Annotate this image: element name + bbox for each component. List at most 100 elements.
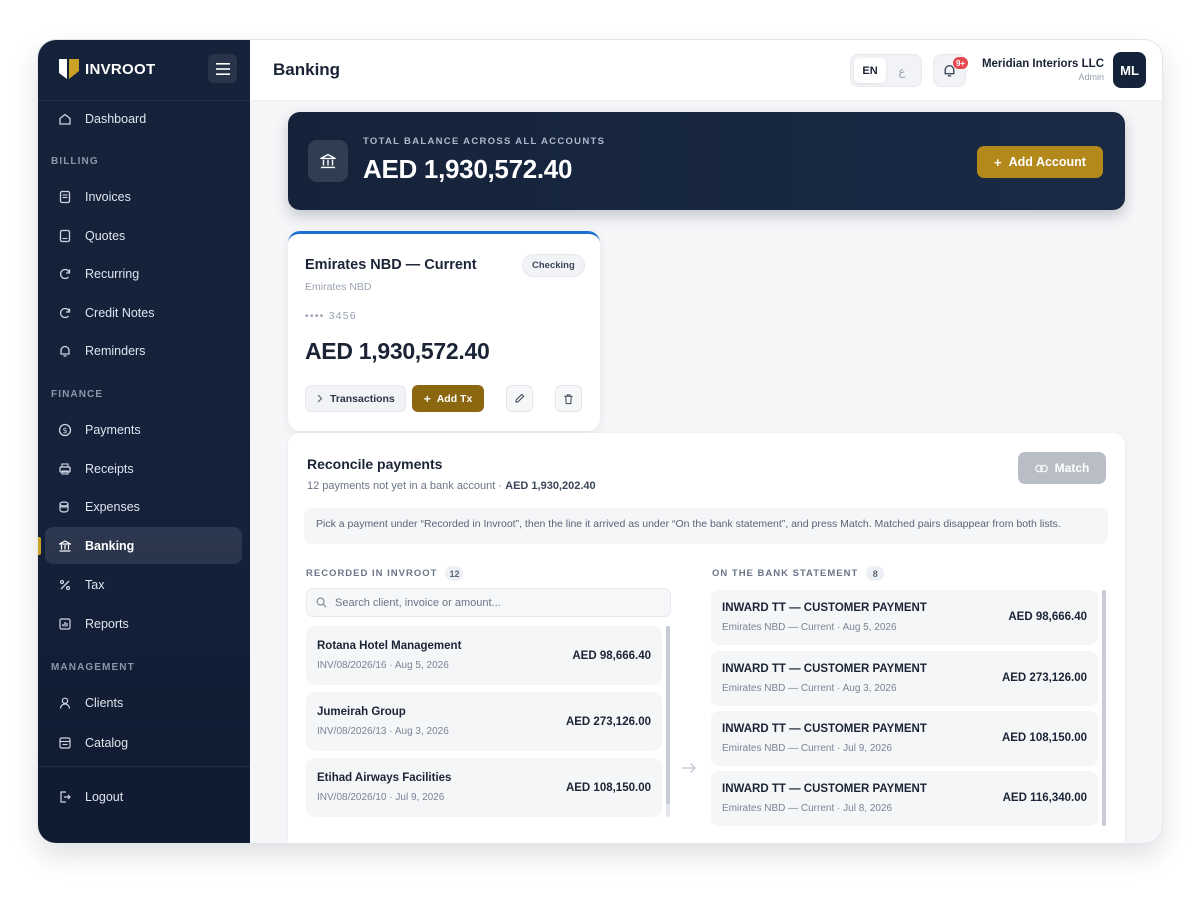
recorded-client: Jumeirah Group [317, 706, 406, 718]
edit-account-button[interactable] [506, 385, 533, 412]
sidebar-item-expenses[interactable]: Expenses [45, 488, 242, 525]
reconcile-panel: Reconcile payments 12 payments not yet i… [288, 433, 1125, 843]
sidebar-item-quotes[interactable]: Quotes [45, 217, 242, 254]
user-icon [57, 695, 73, 711]
sidebar-item-tax[interactable]: Tax [45, 566, 242, 603]
refresh-icon [57, 305, 73, 321]
reconcile-title: Reconcile payments [307, 456, 443, 472]
recorded-payment-row[interactable]: Jumeirah Group INV/08/2026/13 · Aug 3, 2… [306, 692, 662, 751]
lang-ar-button[interactable]: ع [886, 58, 918, 83]
statement-line-row[interactable]: INWARD TT — CUSTOMER PAYMENT Emirates NB… [711, 711, 1098, 766]
delete-account-button[interactable] [555, 385, 582, 412]
plus-icon: + [994, 154, 1002, 170]
search-icon [316, 597, 327, 608]
sidebar-item-label: Dashboard [85, 111, 147, 126]
notifications-button[interactable]: 9+ [933, 54, 968, 87]
sidebar-item-label: Banking [85, 538, 135, 553]
total-balance-label: TOTAL BALANCE ACROSS ALL ACCOUNTS [363, 136, 606, 147]
statement-title: INWARD TT — CUSTOMER PAYMENT [722, 602, 927, 614]
account-card: Emirates NBD — Current Emirates NBD Chec… [288, 231, 600, 431]
trash-icon [564, 393, 573, 404]
statement-scrollbar-thumb[interactable] [1102, 590, 1106, 826]
statement-meta: Emirates NBD — Current · Aug 5, 2026 [722, 622, 897, 633]
statement-line-row[interactable]: INWARD TT — CUSTOMER PAYMENT Emirates NB… [711, 590, 1098, 645]
statement-column-header: ON THE BANK STATEMENT 8 [712, 566, 885, 581]
home-icon [57, 111, 73, 127]
sidebar-item-recurring[interactable]: Recurring [45, 255, 242, 292]
page-title: Banking [273, 60, 341, 79]
sidebar-item-label: Recurring [85, 266, 140, 281]
recorded-amount: AED 98,666.40 [572, 650, 651, 662]
account-balance: AED 1,930,572.40 [305, 338, 490, 364]
sidebar-item-reports[interactable]: Reports [45, 605, 242, 642]
sidebar-item-catalog[interactable]: Catalog [45, 724, 242, 761]
sidebar-item-payments[interactable]: $ Payments [45, 411, 242, 448]
sidebar-item-label: Reminders [85, 343, 146, 358]
company-name: Meridian Interiors LLC [981, 58, 1104, 70]
transactions-button[interactable]: Transactions [305, 385, 406, 412]
logout-icon [57, 789, 73, 805]
statement-amount: AED 98,666.40 [1008, 611, 1087, 623]
account-type-badge: Checking [522, 254, 585, 277]
sidebar-item-credit-notes[interactable]: Credit Notes [45, 294, 242, 331]
recorded-client: Rotana Hotel Management [317, 640, 462, 652]
arrow-right-icon [682, 763, 696, 773]
invroot-logo-icon [59, 59, 79, 79]
sidebar-item-invoices[interactable]: Invoices [45, 178, 242, 215]
coins-icon [57, 499, 73, 515]
sidebar-item-clients[interactable]: Clients [45, 684, 242, 721]
statement-meta: Emirates NBD — Current · Jul 8, 2026 [722, 803, 893, 814]
pencil-icon [515, 393, 525, 403]
catalog-icon [57, 735, 73, 751]
top-header: Banking EN ع 9+ Meridian Interiors LLC A… [250, 40, 1162, 101]
sidebar-item-label: Receipts [85, 461, 134, 476]
sidebar: INVROOT Dashboard BILLING Invoices Quote… [38, 40, 250, 843]
sidebar-item-banking[interactable]: Banking [45, 527, 242, 564]
recorded-payment-row[interactable]: Rotana Hotel Management INV/08/2026/16 ·… [306, 626, 662, 685]
recorded-meta: INV/08/2026/10 · Jul 9, 2026 [317, 792, 445, 803]
percent-icon [57, 577, 73, 593]
lang-en-button[interactable]: EN [854, 58, 886, 83]
recorded-header-label: RECORDED IN INVROOT [306, 568, 438, 579]
statement-line-row[interactable]: INWARD TT — CUSTOMER PAYMENT Emirates NB… [711, 651, 1098, 706]
section-title-finance: FINANCE [51, 389, 104, 400]
statement-header-label: ON THE BANK STATEMENT [712, 568, 859, 579]
total-balance-value: AED 1,930,572.40 [363, 154, 573, 184]
sidebar-item-reminders[interactable]: Reminders [45, 332, 242, 369]
add-account-button[interactable]: + Add Account [977, 146, 1103, 178]
total-balance-banner: TOTAL BALANCE ACROSS ALL ACCOUNTS AED 1,… [288, 112, 1125, 210]
brand: INVROOT [38, 40, 250, 101]
transactions-label: Transactions [330, 392, 395, 405]
company-info: Meridian Interiors LLC Admin [982, 58, 1104, 82]
reconcile-subtitle: 12 payments not yet in a bank account · … [307, 480, 596, 492]
account-name: Emirates NBD — Current [305, 257, 477, 273]
sidebar-item-label: Quotes [85, 228, 126, 243]
recorded-payment-row[interactable]: Etihad Airways Facilities INV/08/2026/10… [306, 758, 662, 817]
document-icon [57, 189, 73, 205]
sidebar-divider [38, 766, 250, 767]
sidebar-item-label: Catalog [85, 735, 129, 750]
statement-amount: AED 108,150.00 [1001, 732, 1087, 744]
recorded-column-header: RECORDED IN INVROOT 12 [306, 566, 464, 581]
statement-title: INWARD TT — CUSTOMER PAYMENT [722, 723, 927, 735]
account-number-masked: •••• 3456 [305, 310, 357, 322]
reconcile-hint: Pick a payment under “Recorded in Invroo… [304, 508, 1108, 544]
sidebar-item-receipts[interactable]: Receipts [45, 450, 242, 487]
statement-line-row[interactable]: INWARD TT — CUSTOMER PAYMENT Emirates NB… [711, 771, 1098, 826]
match-button[interactable]: Match [1018, 452, 1106, 484]
sidebar-item-label: Payments [85, 422, 141, 437]
recorded-scrollbar-thumb[interactable] [666, 626, 670, 804]
sidebar-item-logout[interactable]: Logout [45, 778, 242, 815]
search-input[interactable] [335, 596, 655, 609]
chart-icon [57, 616, 73, 632]
add-transaction-button[interactable]: + Add Tx [412, 385, 484, 412]
plus-icon: + [423, 391, 431, 406]
avatar[interactable]: ML [1113, 52, 1146, 88]
menu-toggle-button[interactable] [208, 54, 237, 83]
user-role: Admin [1078, 72, 1104, 82]
recorded-meta: INV/08/2026/16 · Aug 5, 2026 [317, 660, 449, 671]
reconcile-subtitle-amount: AED 1,930,202.40 [505, 480, 596, 492]
recorded-meta: INV/08/2026/13 · Aug 3, 2026 [317, 726, 449, 737]
sidebar-item-dashboard[interactable]: Dashboard [45, 100, 242, 137]
dollar-icon: $ [57, 422, 73, 438]
